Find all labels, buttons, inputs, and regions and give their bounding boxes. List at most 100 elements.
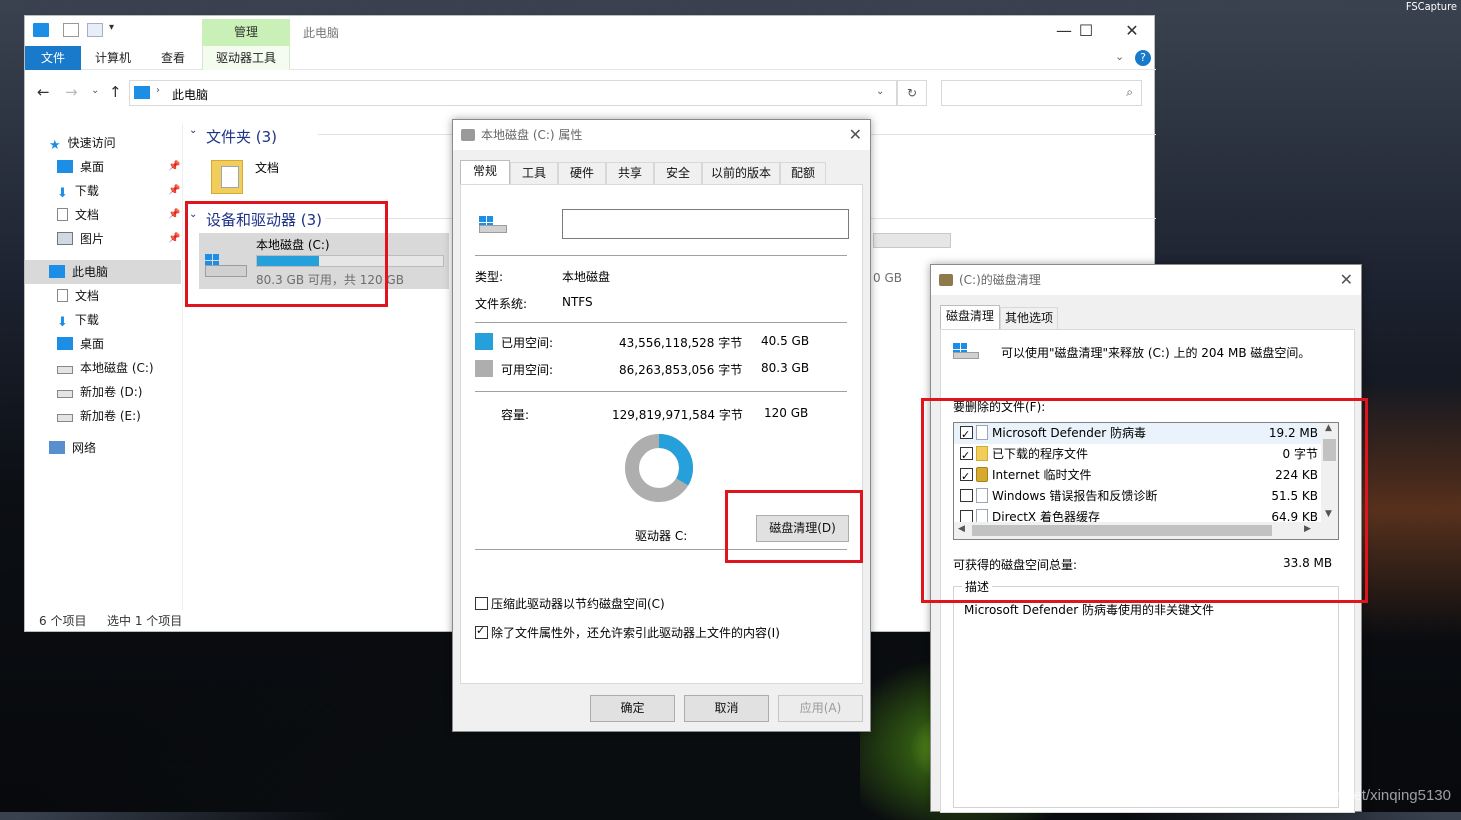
forward-arrow-icon[interactable]: →	[65, 83, 78, 101]
properties-icon[interactable]	[63, 23, 79, 37]
tab-drive-tools[interactable]: 驱动器工具	[202, 46, 290, 70]
status-item-count: 6 个项目	[39, 614, 87, 628]
close-icon[interactable]: ✕	[849, 120, 862, 150]
status-selected: 选中 1 个项目	[107, 614, 183, 628]
fscapture-label: FSCapture	[1405, 0, 1457, 13]
nav-item-pictures[interactable]: 图片	[57, 227, 104, 251]
nav-pc-desktop[interactable]: 桌面	[57, 332, 104, 356]
refresh-button[interactable]: ↻	[897, 80, 927, 106]
apply-button[interactable]: 应用(A)	[778, 695, 863, 722]
collapse-chevron-icon[interactable]: ⌄	[189, 125, 197, 136]
used-space-bytes: 43,556,118,528 字节	[619, 336, 743, 350]
window-title: 此电脑	[303, 26, 340, 40]
index-option[interactable]: 除了文件属性外，还允许索引此驱动器上文件的内容(I)	[475, 624, 780, 641]
volume-name-input[interactable]	[562, 209, 849, 239]
breadcrumb-chevron-icon[interactable]: ›	[156, 85, 160, 96]
tab-security[interactable]: 安全	[654, 162, 702, 184]
tab-tools[interactable]: 工具	[510, 162, 558, 184]
nav-network[interactable]: 网络	[49, 436, 96, 460]
cancel-button[interactable]: 取消	[684, 695, 769, 722]
capacity-gb: 120 GB	[764, 406, 809, 420]
address-bar[interactable]: › 此电脑 ⌄	[129, 80, 897, 106]
network-icon	[49, 441, 65, 454]
divider	[475, 391, 847, 392]
drive-icon	[57, 414, 73, 422]
address-text: 此电脑	[172, 88, 209, 102]
nav-this-pc[interactable]: 此电脑	[49, 260, 108, 284]
close-icon[interactable]: ✕	[1340, 265, 1353, 295]
maximize-button[interactable]: ☐	[1063, 20, 1109, 42]
download-icon: ⬇	[57, 186, 68, 201]
nav-drive-e[interactable]: 新加卷 (E:)	[57, 404, 141, 428]
compress-checkbox[interactable]	[475, 597, 488, 610]
nav-item-desktop[interactable]: 桌面	[57, 155, 104, 179]
manage-context-tab[interactable]: 管理	[202, 19, 290, 46]
annotation-box-file-list	[921, 398, 1368, 603]
ribbon-expand-icon[interactable]: ⌄	[1115, 50, 1124, 63]
tab-sharing[interactable]: 共享	[606, 162, 654, 184]
help-icon[interactable]: ?	[1135, 50, 1151, 66]
pin-icon[interactable]: 📌	[168, 233, 180, 244]
document-icon	[57, 208, 68, 221]
documents-folder-tile[interactable]	[209, 156, 245, 196]
nav-pc-documents[interactable]: 文档	[57, 284, 99, 308]
desktop-icon	[57, 337, 73, 350]
tab-hardware[interactable]: 硬件	[558, 162, 606, 184]
used-space-gb: 40.5 GB	[761, 334, 810, 348]
qat-dropdown-icon[interactable]: ▾	[109, 22, 114, 33]
compress-option[interactable]: 压缩此驱动器以节约磁盘空间(C)	[475, 595, 665, 612]
up-arrow-icon[interactable]: ↑	[109, 83, 122, 101]
nav-item-documents[interactable]: 文档	[57, 203, 99, 227]
folders-group-header[interactable]: 文件夹 (3)	[206, 126, 277, 147]
search-input[interactable]: ⌕	[941, 80, 1142, 106]
properties-dialog: 本地磁盘 (C:) 属性 ✕ 常规 工具 硬件 共享 安全 以前的版本 配额 类…	[452, 119, 871, 732]
pin-icon[interactable]: 📌	[168, 185, 180, 196]
filesystem-value: NTFS	[562, 295, 593, 309]
drive-icon	[57, 366, 73, 374]
tab-more-options[interactable]: 其他选项	[1000, 307, 1058, 329]
download-icon: ⬇	[57, 315, 68, 330]
pin-icon[interactable]: 📌	[168, 161, 180, 172]
nav-item-downloads[interactable]: ⬇ 下载	[57, 179, 99, 203]
pin-icon[interactable]: 📌	[168, 209, 180, 220]
folder-label-documents: 文档	[255, 161, 280, 175]
tab-computer[interactable]: 计算机	[83, 46, 143, 70]
general-tab-panel: 类型: 本地磁盘 文件系统: NTFS 已用空间: 43,556,118,528…	[460, 184, 863, 684]
tab-general[interactable]: 常规	[460, 160, 510, 184]
drive-letter-label: 驱动器 C:	[635, 529, 688, 543]
nav-drive-c[interactable]: 本地磁盘 (C:)	[57, 356, 154, 380]
index-checkbox[interactable]	[475, 624, 488, 639]
nav-quick-access[interactable]: ★ 快速访问	[49, 131, 116, 155]
used-space-label: 已用空间:	[501, 336, 554, 350]
nav-pc-downloads[interactable]: ⬇ 下载	[57, 308, 99, 332]
close-button[interactable]: ✕	[1109, 20, 1155, 42]
search-icon: ⌕	[1126, 85, 1133, 99]
free-space-swatch	[475, 360, 493, 377]
watermark-text: https://blog.csdn.net/xinqing5130	[1231, 787, 1451, 804]
nav-drive-d[interactable]: 新加卷 (D:)	[57, 380, 142, 404]
ok-button[interactable]: 确定	[590, 695, 675, 722]
navigation-pane: ★ 快速访问 桌面 ⬇ 下载 文档 图片 📌 📌 📌 📌 此电脑 文档 ⬇ 下载 桌面…	[25, 124, 183, 610]
tab-disk-cleanup[interactable]: 磁盘清理	[940, 305, 1000, 329]
computer-icon	[33, 23, 49, 37]
pictures-icon	[57, 232, 73, 245]
usage-donut	[625, 434, 693, 502]
new-folder-icon[interactable]	[87, 23, 103, 37]
desktop-icon	[57, 160, 73, 173]
capacity-bytes: 129,819,971,584 字节	[612, 408, 743, 422]
address-dropdown-icon[interactable]: ⌄	[876, 86, 884, 97]
type-value: 本地磁盘	[562, 270, 611, 284]
partial-drive-info: 0 GB	[873, 271, 902, 285]
drive-icon	[461, 129, 475, 141]
back-arrow-icon[interactable]: ←	[37, 83, 50, 101]
title-bar: ▾ 管理 此电脑 — ☐ ✕	[25, 16, 1156, 46]
tab-quota[interactable]: 配额	[780, 162, 826, 184]
document-icon	[221, 166, 239, 188]
divider	[475, 255, 847, 256]
tab-previous-versions[interactable]: 以前的版本	[702, 162, 780, 184]
computer-icon	[49, 265, 65, 278]
description-text: Microsoft Defender 防病毒使用的非关键文件	[964, 603, 1215, 617]
tab-view[interactable]: 查看	[145, 46, 201, 70]
recent-dropdown-icon[interactable]: ⌄	[91, 85, 99, 96]
tab-file[interactable]: 文件	[25, 46, 81, 70]
